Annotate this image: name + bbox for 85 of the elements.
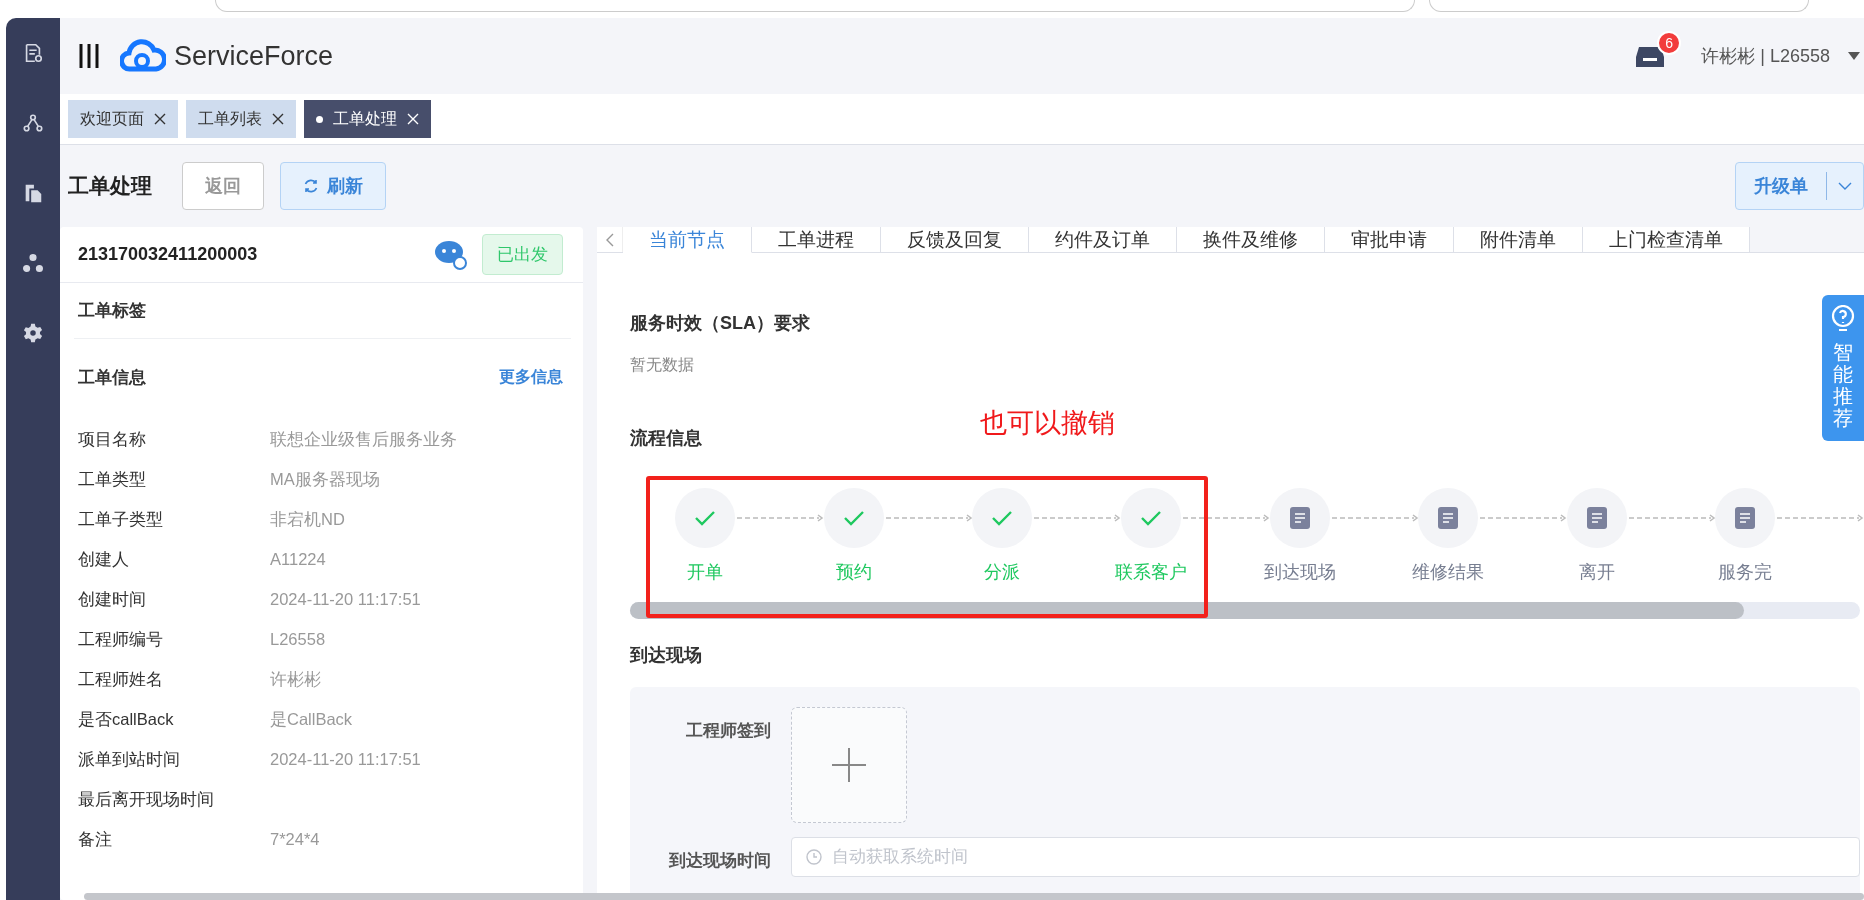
notification-badge: 6	[1657, 31, 1682, 55]
document-icon	[1438, 507, 1459, 529]
document-icon	[1289, 507, 1310, 529]
section-title: 服务时效（SLA）要求	[630, 312, 810, 335]
section-title: 到达现场	[630, 645, 702, 665]
check-icon	[694, 509, 716, 527]
detail-tab[interactable]: 当前节点	[623, 227, 752, 253]
field-label: 创建时间	[78, 589, 147, 610]
section-title: 工单信息	[78, 366, 146, 389]
field-value: 许彬彬	[270, 669, 322, 690]
step-label: 联系客户	[1114, 561, 1187, 584]
clock-icon	[806, 849, 822, 865]
detail-tab[interactable]: 审批申请	[1325, 227, 1454, 252]
step-label: 开单	[687, 561, 723, 584]
field-label: 工单子类型	[78, 509, 164, 530]
form-label: 工程师签到	[685, 720, 771, 742]
status-tag: 已出发	[482, 234, 563, 275]
time-field[interactable]: 自动获取系统时间	[791, 837, 1860, 877]
plus-icon	[832, 748, 866, 782]
field-label: 项目名称	[78, 429, 147, 450]
document-icon	[1586, 507, 1607, 529]
chat-link-icon[interactable]	[434, 239, 468, 270]
cloud-logo-icon	[120, 39, 166, 73]
more-info-link[interactable]: 更多信息	[499, 366, 563, 388]
tab-label: 欢迎页面	[80, 108, 144, 129]
time-input[interactable]: 自动获取系统时间	[830, 846, 1859, 868]
nodes-icon[interactable]	[22, 112, 44, 134]
refresh-icon	[303, 178, 319, 194]
field-value: 是CallBack	[270, 709, 354, 730]
check-icon	[1139, 509, 1162, 527]
field-value: 2024-11-20 11:17:51	[270, 749, 422, 770]
form-label: 到达现场时间	[668, 850, 771, 872]
section-title: 流程信息	[630, 427, 702, 450]
field-value: MA服务器现场	[270, 469, 381, 490]
detail-tab[interactable]: 上门检查清单	[1583, 227, 1750, 252]
order-number: 213170032411200003	[78, 244, 259, 265]
brand-name: ServiceForce	[174, 40, 334, 72]
section-title: 工单标签	[78, 300, 146, 322]
field-value: A11224	[270, 549, 327, 570]
page-tab[interactable]: 工单列表	[186, 100, 296, 138]
document-icon	[1735, 507, 1756, 529]
field-label: 工程师编号	[78, 629, 164, 650]
detail-tab[interactable]: 附件清单	[1454, 227, 1583, 252]
field-label: 备注	[78, 829, 113, 850]
annotation-text: 也可以撤销	[980, 407, 1115, 440]
detail-tab[interactable]: 反馈及回复	[881, 227, 1029, 252]
lightbulb-icon	[1831, 305, 1855, 333]
step-label: 预约	[835, 561, 872, 584]
close-icon[interactable]	[272, 113, 284, 125]
page-title: 工单处理	[68, 173, 152, 199]
user-menu[interactable]: 许彬彬 | L26558	[1701, 44, 1830, 68]
field-value: 7*24*4	[270, 829, 321, 850]
tab-label: 工单列表	[198, 108, 262, 129]
active-dot-icon	[316, 115, 323, 123]
gear-icon[interactable]	[22, 322, 44, 344]
page-tab[interactable]: 工单处理	[304, 100, 431, 138]
field-label: 派单到站时间	[78, 749, 181, 770]
triangle-nodes-icon[interactable]	[22, 252, 44, 274]
step-label: 分派	[984, 561, 1021, 584]
field-value: 2024-11-20 11:17:51	[270, 589, 422, 610]
step-label: 到达现场	[1263, 561, 1336, 584]
check-icon	[842, 509, 865, 527]
step-label: 离开	[1578, 561, 1615, 584]
detail-tab[interactable]: 换件及维修	[1177, 227, 1325, 252]
detail-tab[interactable]: 工单进程	[752, 227, 881, 252]
step-label: 服务完	[1718, 561, 1773, 584]
caret-icon[interactable]	[1848, 52, 1860, 60]
chevron-left-icon	[605, 232, 614, 247]
field-value: L26558	[270, 629, 327, 650]
field-label: 创建人	[78, 549, 130, 570]
field-value: 联想企业级售后服务业务	[270, 429, 458, 450]
check-icon	[991, 509, 1014, 527]
field-label: 工程师姓名	[78, 669, 164, 690]
field-label: 是否callBack	[78, 709, 175, 730]
field-label: 最后离开现场时间	[78, 789, 215, 810]
detail-tab[interactable]: 约件及订单	[1029, 227, 1177, 252]
close-icon[interactable]	[154, 113, 166, 125]
field-label: 工单类型	[78, 469, 147, 490]
chevron-down-icon	[1838, 182, 1852, 190]
tab-label: 工单处理	[333, 108, 397, 129]
step-label: 维修结果	[1412, 561, 1485, 584]
page-tab[interactable]: 欢迎页面	[68, 100, 178, 138]
empty-text: 暂无数据	[630, 355, 694, 375]
scrollbar[interactable]	[84, 893, 1864, 900]
field-value: 非宕机ND	[270, 509, 346, 530]
